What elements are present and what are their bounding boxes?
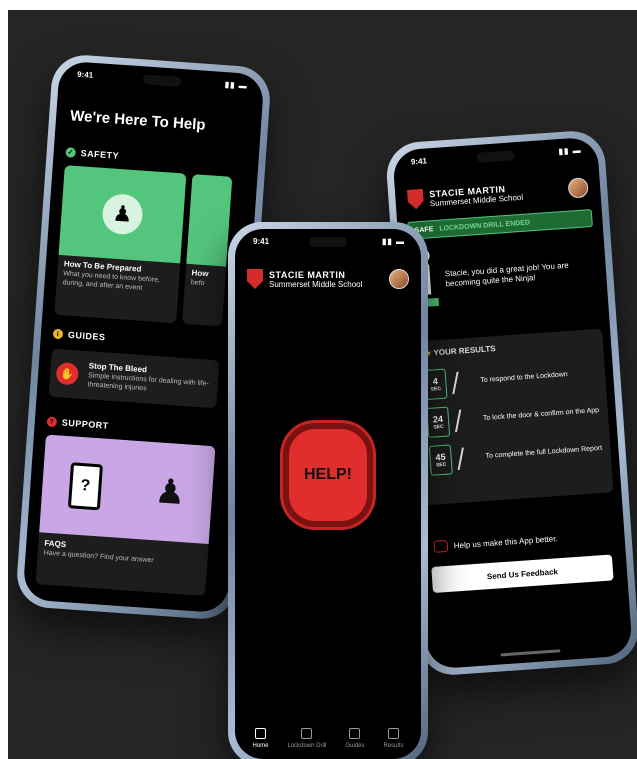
result-text: To complete the full Lockdown Report <box>485 445 603 461</box>
card-stop-the-bleed[interactable]: ✋ Stop The Bleed Simple instructions for… <box>48 348 220 409</box>
shield-icon: ✓ <box>65 147 77 158</box>
user-name: STACIE MARTIN <box>269 269 346 280</box>
tab-label: Results <box>383 743 404 749</box>
result-text: To lock the door & confirm on the App <box>482 407 600 423</box>
info-icon: i <box>52 328 64 340</box>
card-faqs[interactable]: ? ♟ FAQS Have a question? Find your answ… <box>35 434 216 596</box>
chat-bubble-icon <box>433 539 449 553</box>
phone-question-icon: ? <box>67 462 103 511</box>
home-indicator <box>499 649 561 657</box>
status-bar: 9:41 ▮▮ ▬ <box>253 237 405 246</box>
card-illustration <box>186 174 233 267</box>
tab-lockdown-drill[interactable]: Lockdown Drill <box>287 728 327 749</box>
ninja-icon: ♟ <box>101 192 144 236</box>
home-icon <box>254 728 266 739</box>
stat-unit: SEC <box>433 423 444 431</box>
status-text: LOCKDOWN DRILL ENDED <box>439 218 531 233</box>
status-bar: 9:41 ▮▮ ▬ <box>77 70 248 91</box>
question-icon: ? <box>46 416 58 428</box>
congrats-message: Stacie, you did a great job! You are bec… <box>444 260 569 289</box>
shield-logo-icon <box>407 189 424 210</box>
results-icon <box>387 728 399 739</box>
signal-battery-icon: ▮▮ ▬ <box>381 237 405 246</box>
tab-label: Lockdown Drill <box>287 743 327 749</box>
section-guides: i GUIDES <box>52 328 106 343</box>
faq-illustration: ? ♟ <box>39 434 216 545</box>
door-lock-icon <box>454 408 478 433</box>
tab-guides[interactable]: Guides <box>345 728 365 749</box>
send-feedback-button[interactable]: Send Us Feedback <box>431 554 614 594</box>
card-partial[interactable]: How befo <box>182 174 233 327</box>
status-time: 9:41 <box>76 69 94 80</box>
result-text: To respond to the Lockdown <box>480 371 568 385</box>
tab-label: Home <box>252 743 269 749</box>
drill-icon <box>301 728 313 739</box>
results-screen: 9:41 ▮▮ ▬ STACIE MARTIN Summerset Middle… <box>392 136 633 670</box>
status-bar: 9:41 ▮▮ ▬ <box>411 146 582 167</box>
tab-label: Guides <box>345 743 365 749</box>
section-support: ? SUPPORT <box>46 416 110 431</box>
bleed-icon: ✋ <box>55 362 79 386</box>
home-screen: 9:41 ▮▮ ▬ STACIE MARTIN Summerset Middle… <box>235 229 421 759</box>
stat-unit: SEC <box>435 461 447 469</box>
profile-header: STACIE MARTIN Summerset Middle School <box>247 269 409 289</box>
running-icon <box>452 370 475 395</box>
card-how-to-be-prepared[interactable]: ♟ How To Be Prepared What you need to kn… <box>54 165 187 324</box>
avatar[interactable] <box>389 269 409 289</box>
bottom-tab-bar: Home Lockdown Drill Guides Results <box>243 728 413 749</box>
section-label: GUIDES <box>67 329 106 343</box>
tab-results[interactable]: Results <box>383 728 404 749</box>
card-text: befo <box>190 279 205 288</box>
results-panel: ★ YOUR RESULTS 4 SEC To respond to the Lo… <box>413 328 614 506</box>
help-button[interactable]: HELP! <box>289 429 367 521</box>
section-label: SUPPORT <box>61 417 110 431</box>
showcase-background: 9:41 ▮▮ ▬ We're Here To Help ✓ SAFETY ♟ … <box>8 10 637 759</box>
time-stat: 45 SEC <box>428 444 453 476</box>
signal-battery-icon: ▮▮ ▬ <box>558 145 582 157</box>
section-safety: ✓ SAFETY <box>65 147 119 161</box>
signal-battery-icon: ▮▮ ▬ <box>224 80 249 91</box>
status-banner: SAFE LOCKDOWN DRILL ENDED <box>407 209 593 240</box>
tab-home[interactable]: Home <box>252 728 269 749</box>
profile-header: STACIE MARTIN Summerset Middle School <box>407 177 589 210</box>
stat-unit: SEC <box>430 385 442 393</box>
report-icon <box>457 446 480 470</box>
phone-home-screen: 9:41 ▮▮ ▬ STACIE MARTIN Summerset Middle… <box>228 222 428 759</box>
status-time: 9:41 <box>253 237 270 246</box>
feedback-prompt: Help us make this App better. <box>433 532 558 553</box>
ninja-icon: ♟ <box>153 472 187 513</box>
status-time: 9:41 <box>410 156 428 167</box>
stat-value: 4 <box>432 376 439 387</box>
school-name: Summerset Middle School <box>269 279 363 289</box>
ninja-illustration: ♟ <box>58 165 187 264</box>
feedback-prompt-text: Help us make this App better. <box>453 533 558 550</box>
results-title: YOUR RESULTS <box>433 344 496 358</box>
book-icon <box>349 728 361 739</box>
shield-logo-icon <box>247 269 263 289</box>
section-label: SAFETY <box>80 148 120 161</box>
page-title: We're Here To Help <box>69 107 207 134</box>
time-stat: 24 SEC <box>426 406 451 438</box>
avatar[interactable] <box>567 177 589 199</box>
